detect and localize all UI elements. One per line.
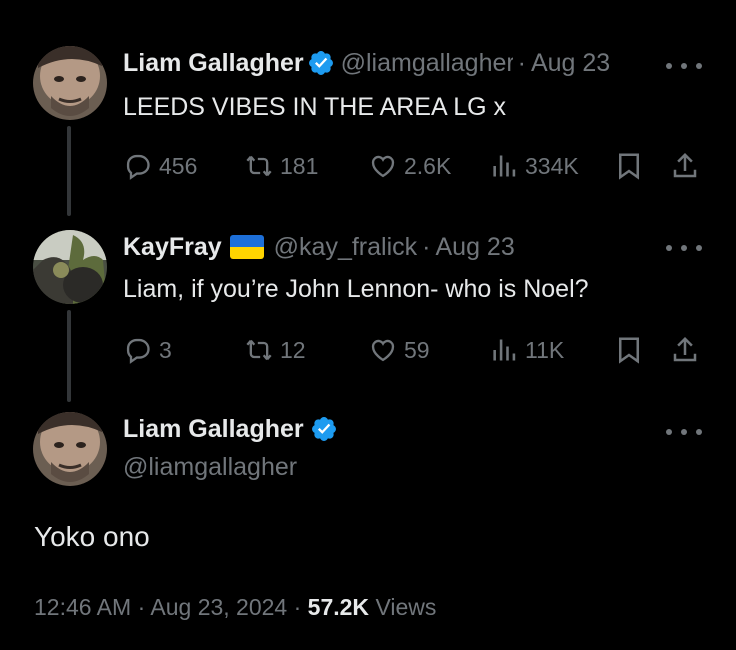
tweet-text: Yoko ono: [34, 521, 150, 552]
author-handle[interactable]: @liamgallagher: [341, 48, 513, 78]
more-icon[interactable]: [666, 422, 702, 442]
tweet-date[interactable]: Aug 23: [435, 232, 514, 262]
views-icon: [493, 339, 516, 361]
thread-line-2: [67, 310, 71, 402]
reply-count: 456: [159, 152, 198, 179]
like-button[interactable]: 59: [369, 336, 430, 364]
repost-icon: [246, 339, 272, 361]
like-icon: [371, 155, 395, 178]
author-name[interactable]: Liam Gallagher: [123, 414, 304, 444]
tweet-text: LEEDS VIBES IN THE AREA LG x: [123, 93, 507, 121]
tweet-header: Liam Gallagher @liamgallagher · Aug 23: [123, 48, 611, 78]
author-handle[interactable]: @kay_fralick: [274, 232, 417, 262]
ukraine-flag-icon: [229, 235, 264, 259]
repost-icon: [246, 155, 272, 177]
views-count: 57.2K: [307, 594, 370, 620]
reply-icon: [126, 154, 150, 180]
more-icon[interactable]: [666, 56, 702, 76]
tweet-header: KayFray @kay_fralick · Aug 23: [123, 232, 515, 262]
views-icon: [493, 155, 516, 177]
views-button[interactable]: 334K: [490, 152, 579, 180]
reply-count: 3: [159, 336, 172, 363]
reply-icon: [126, 338, 150, 364]
like-icon: [371, 339, 395, 362]
author-name[interactable]: KayFray: [123, 232, 222, 262]
avatar[interactable]: [33, 46, 107, 120]
focused-author: Liam Gallagher: [123, 414, 338, 444]
tweet-meta: 12:46 AM · Aug 23, 2024 · 57.2K Views: [34, 594, 437, 620]
tweet-text: Liam, if you’re John Lennon- who is Noel…: [123, 275, 589, 303]
tweet-date[interactable]: Aug 23, 2024: [150, 594, 287, 620]
bookmark-icon[interactable]: [614, 335, 644, 365]
repost-button[interactable]: 12: [245, 336, 306, 364]
avatar[interactable]: [33, 412, 107, 486]
repost-button[interactable]: 181: [245, 152, 318, 180]
repost-count: 181: [280, 152, 319, 179]
like-count: 59: [404, 336, 430, 363]
like-button[interactable]: 2.6K: [369, 152, 451, 180]
views-count: 334K: [525, 152, 579, 179]
avatar[interactable]: [33, 230, 107, 304]
verified-icon: [307, 49, 335, 77]
reply-button[interactable]: 456: [124, 152, 197, 180]
tweet-date[interactable]: Aug 23: [531, 48, 610, 78]
bookmark-icon[interactable]: [614, 151, 644, 181]
thread-line-1: [67, 126, 71, 216]
author-name[interactable]: Liam Gallagher: [123, 48, 304, 78]
views-count: 11K: [525, 336, 565, 363]
views-label: Views: [375, 594, 437, 620]
reply-button[interactable]: 3: [124, 336, 172, 364]
more-icon[interactable]: [666, 238, 702, 258]
repost-count: 12: [280, 336, 306, 363]
share-icon[interactable]: [670, 151, 700, 181]
verified-icon: [310, 415, 338, 443]
like-count: 2.6K: [404, 152, 452, 179]
views-button[interactable]: 11K: [490, 336, 564, 364]
tweet-time[interactable]: 12:46 AM: [34, 594, 131, 620]
share-icon[interactable]: [670, 335, 700, 365]
author-handle[interactable]: @liamgallagher: [123, 452, 297, 482]
